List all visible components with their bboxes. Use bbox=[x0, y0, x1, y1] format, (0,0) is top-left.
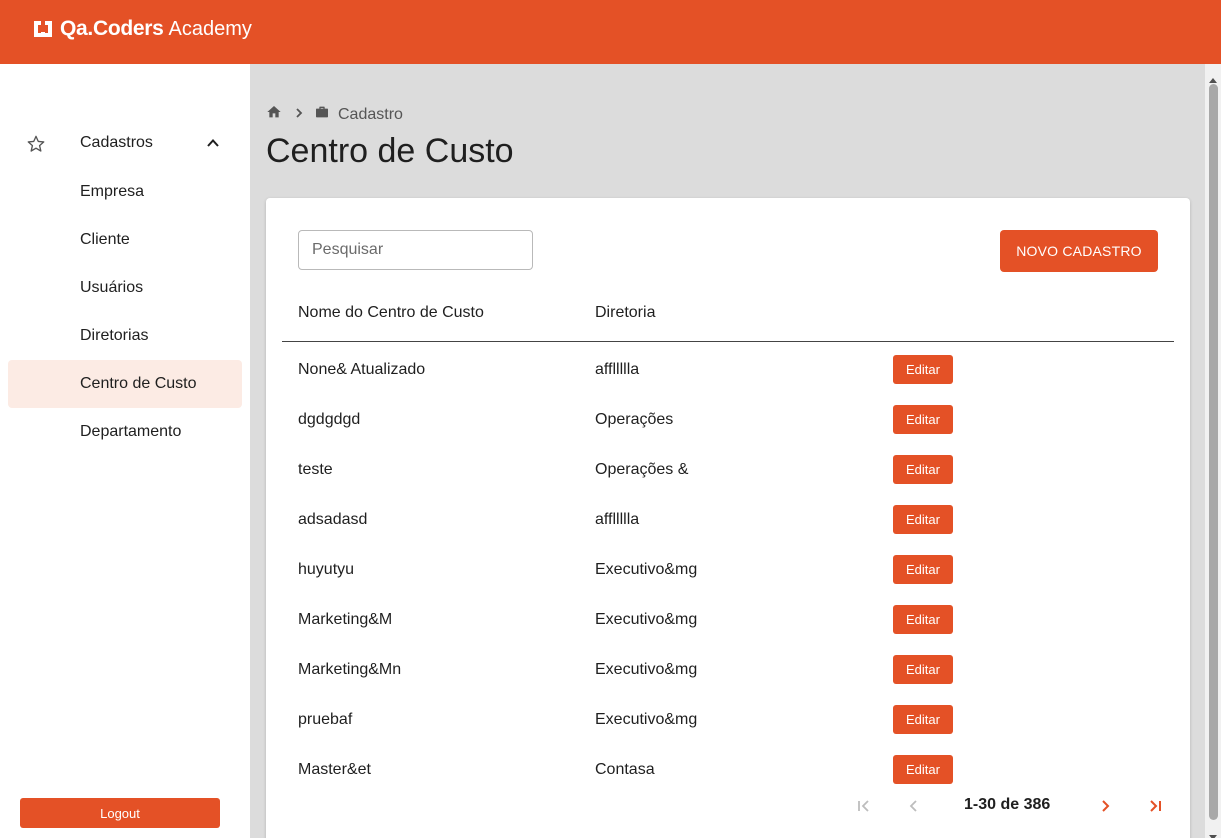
header-divider bbox=[282, 341, 1174, 342]
cell-diretoria: Executivo&mg bbox=[595, 661, 698, 678]
new-record-button[interactable]: NOVO CADASTRO bbox=[1000, 230, 1158, 272]
brand-subtitle: Academy bbox=[168, 17, 252, 40]
sidebar-item-departamento[interactable]: Departamento bbox=[8, 408, 242, 456]
sidebar: Cadastros Empresa Cliente Usuários Diret… bbox=[0, 64, 250, 838]
edit-button[interactable]: Editar bbox=[893, 755, 953, 784]
cell-diretoria: Operações bbox=[595, 411, 674, 428]
sidebar-item-label: Cliente bbox=[80, 231, 130, 248]
vertical-scrollbar[interactable] bbox=[1205, 64, 1221, 838]
cell-diretoria: affllllla bbox=[595, 511, 640, 528]
chevron-right-icon[interactable] bbox=[1091, 792, 1119, 820]
first-page-icon[interactable] bbox=[850, 792, 878, 820]
edit-button[interactable]: Editar bbox=[893, 355, 953, 384]
sidebar-item-label: Usuários bbox=[80, 279, 144, 296]
table-row: Marketing&M Executivo&mg Editar bbox=[266, 596, 1190, 646]
sidebar-item-usuarios[interactable]: Usuários bbox=[8, 264, 242, 312]
cell-diretoria: Contasa bbox=[595, 761, 655, 778]
last-page-icon[interactable] bbox=[1141, 792, 1169, 820]
table-row: dgdgdgd Operações Editar bbox=[266, 396, 1190, 446]
cell-diretoria: affllllla bbox=[595, 361, 640, 378]
search-input[interactable] bbox=[298, 230, 533, 270]
table-row: teste Operações & Editar bbox=[266, 446, 1190, 496]
edit-button[interactable]: Editar bbox=[893, 405, 953, 434]
cell-diretoria: Executivo&mg bbox=[595, 611, 698, 628]
cell-name: Marketing&M bbox=[298, 611, 393, 628]
cell-name: dgdgdgd bbox=[298, 411, 361, 428]
edit-button[interactable]: Editar bbox=[893, 505, 953, 534]
cell-diretoria: Operações & bbox=[595, 461, 689, 478]
edit-button[interactable]: Editar bbox=[893, 655, 953, 684]
sidebar-item-label: Departamento bbox=[80, 423, 182, 440]
page-title: Centro de Custo bbox=[266, 132, 514, 170]
cell-name: huyutyu bbox=[298, 561, 355, 578]
chevron-right-icon bbox=[294, 106, 304, 124]
edit-button[interactable]: Editar bbox=[893, 605, 953, 634]
app-header: Qa.Coders Academy bbox=[0, 0, 1221, 64]
logout-button[interactable]: Logout bbox=[20, 798, 220, 828]
cell-name: Master&et bbox=[298, 761, 371, 778]
sidebar-item-cliente[interactable]: Cliente bbox=[8, 216, 242, 264]
table-row: Master&et Contasa Editar bbox=[266, 746, 1190, 796]
scrollbar-thumb[interactable] bbox=[1209, 84, 1218, 820]
table-row: Marketing&Mn Executivo&mg Editar bbox=[266, 646, 1190, 696]
edit-button[interactable]: Editar bbox=[893, 555, 953, 584]
brand-logo[interactable]: Qa.Coders Academy bbox=[32, 17, 252, 41]
breadcrumb: Cadastro bbox=[266, 104, 403, 125]
table-row: None& Atualizado affllllla Editar bbox=[266, 346, 1190, 396]
scroll-down-icon[interactable] bbox=[1209, 828, 1217, 838]
table-row: adsadasd affllllla Editar bbox=[266, 496, 1190, 546]
brand-mark-icon bbox=[32, 19, 54, 39]
pagination: 1-30 de 386 bbox=[266, 792, 1190, 820]
star-outline-icon bbox=[26, 134, 46, 159]
sidebar-item-label: Empresa bbox=[80, 183, 145, 200]
sidebar-group-cadastros[interactable]: Cadastros bbox=[8, 120, 242, 168]
table-row: huyutyu Executivo&mg Editar bbox=[266, 546, 1190, 596]
table-row: pruebaf Executivo&mg Editar bbox=[266, 696, 1190, 746]
cell-name: Marketing&Mn bbox=[298, 661, 402, 678]
briefcase-icon bbox=[314, 104, 330, 125]
breadcrumb-current[interactable]: Cadastro bbox=[338, 106, 403, 124]
cell-name: adsadasd bbox=[298, 511, 368, 528]
home-icon[interactable] bbox=[266, 104, 282, 125]
cell-name: teste bbox=[298, 461, 333, 478]
cost-center-card: NOVO CADASTRO Nome do Centro de Custo Di… bbox=[266, 198, 1190, 838]
sidebar-item-label: Centro de Custo bbox=[80, 375, 197, 392]
cell-diretoria: Executivo&mg bbox=[595, 561, 698, 578]
brand-name: Qa.Coders bbox=[60, 17, 164, 40]
sidebar-item-diretorias[interactable]: Diretorias bbox=[8, 312, 242, 360]
pagination-range: 1-30 de 386 bbox=[964, 796, 1051, 813]
cell-name: pruebaf bbox=[298, 711, 353, 728]
cell-name: None& Atualizado bbox=[298, 361, 426, 378]
chevron-left-icon[interactable] bbox=[900, 792, 928, 820]
sidebar-item-label: Diretorias bbox=[80, 327, 149, 344]
edit-button[interactable]: Editar bbox=[893, 455, 953, 484]
sidebar-group-label: Cadastros bbox=[80, 134, 153, 151]
cell-diretoria: Executivo&mg bbox=[595, 711, 698, 728]
edit-button[interactable]: Editar bbox=[893, 705, 953, 734]
column-header-name: Nome do Centro de Custo bbox=[298, 304, 484, 321]
chevron-up-icon[interactable] bbox=[206, 136, 220, 155]
sidebar-item-centro-de-custo[interactable]: Centro de Custo bbox=[8, 360, 242, 408]
sidebar-item-empresa[interactable]: Empresa bbox=[8, 168, 242, 216]
column-header-diretoria: Diretoria bbox=[595, 304, 656, 321]
